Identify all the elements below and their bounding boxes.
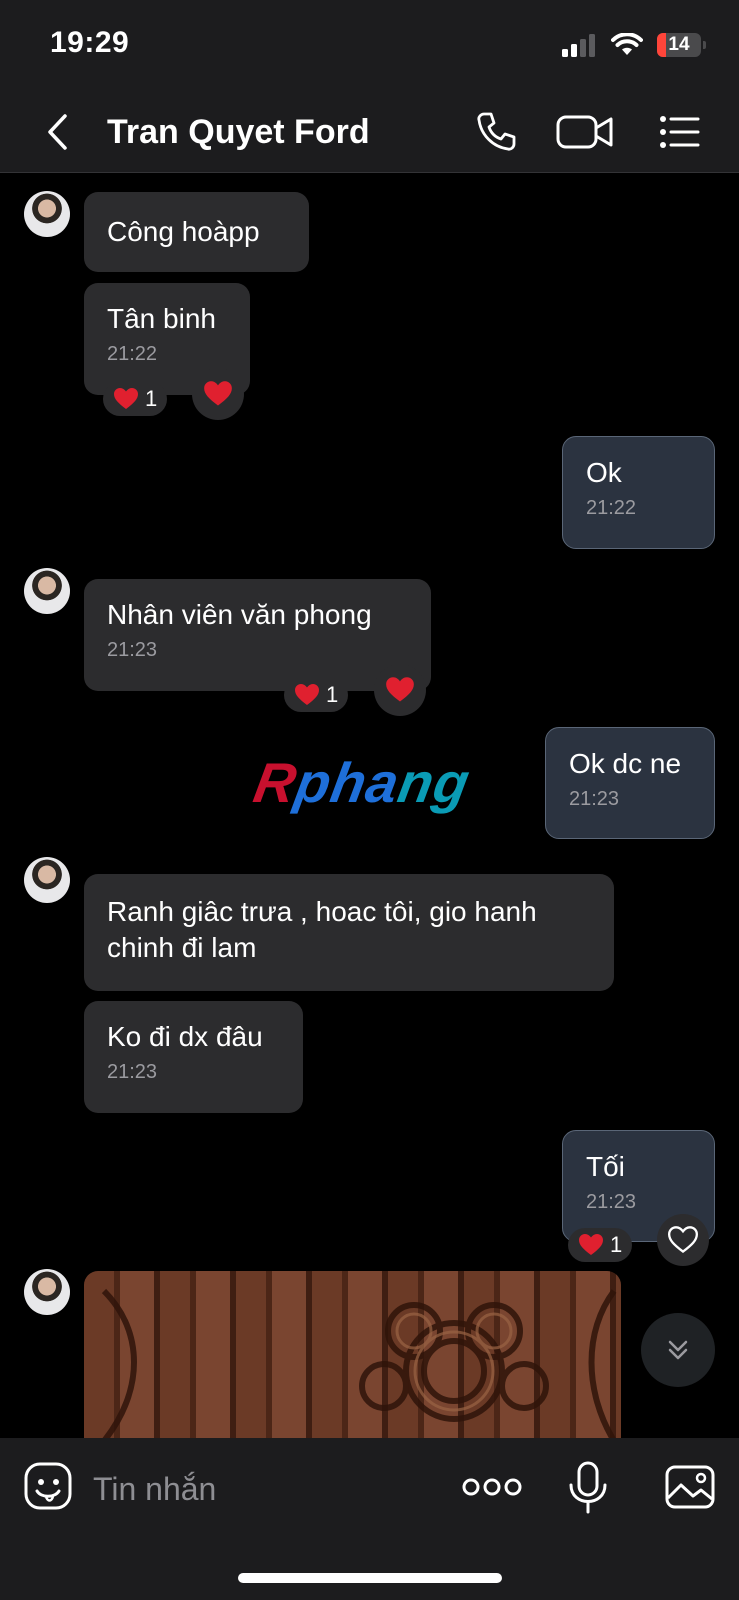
reaction-count: 1 [610, 1232, 623, 1257]
message-bubble[interactable]: Ok dc ne 21:23 [545, 727, 715, 839]
chat-header: Tran Quyet Ford [0, 92, 739, 173]
heart-outline-icon [668, 1226, 698, 1254]
carved-door-image [101, 1288, 617, 1438]
message-time: 21:23 [569, 788, 620, 810]
message-time: 21:23 [586, 1191, 637, 1213]
heart-emoji-icon [113, 387, 139, 411]
scroll-to-bottom-button[interactable] [641, 1313, 715, 1387]
image-picker-button[interactable] [663, 1460, 717, 1514]
heart-icon [385, 676, 415, 704]
avatar[interactable] [24, 857, 70, 903]
react-button[interactable] [374, 664, 426, 716]
watermark-logo: Rphang [249, 751, 475, 814]
menu-list-icon [656, 108, 704, 156]
back-button[interactable] [38, 110, 78, 154]
voice-message-button[interactable] [561, 1460, 615, 1514]
message-text: Tân binh [107, 303, 216, 334]
message-text: Nhân viên văn phong [107, 599, 372, 630]
double-chevron-down-icon [664, 1336, 692, 1364]
microphone-icon [561, 1460, 615, 1514]
video-camera-icon [555, 108, 617, 156]
message-time: 21:23 [107, 639, 158, 661]
message-bubble[interactable]: Ranh giâc trưa , hoac tôi, gio hanh chin… [84, 874, 614, 991]
battery-nub [703, 41, 706, 49]
heart-emoji-icon [294, 683, 320, 707]
avatar[interactable] [24, 568, 70, 614]
status-time: 19:29 [50, 26, 130, 59]
more-options-button[interactable] [462, 1460, 522, 1514]
message-text: Ok [586, 457, 622, 488]
heart-icon [203, 380, 233, 408]
avatar[interactable] [24, 1269, 70, 1315]
message-text: Ranh giâc trưa , hoac tôi, gio hanh chin… [107, 896, 537, 963]
message-time: 21:22 [107, 343, 158, 365]
reaction-count-badge[interactable]: 1 [568, 1228, 633, 1262]
call-button[interactable] [472, 108, 520, 156]
message-text: Ko đi dx đâu [107, 1021, 263, 1052]
reaction-count-badge[interactable]: 1 [284, 678, 349, 712]
battery-icon: 14 [657, 33, 706, 57]
wifi-icon [611, 33, 643, 57]
message-list[interactable]: Công hoàpp Tân binh 21:22 1 Ok 21:22 Nhâ… [0, 173, 739, 1438]
sticker-button[interactable] [22, 1460, 76, 1514]
phone-icon [472, 108, 520, 156]
sticker-icon [22, 1460, 76, 1514]
react-button[interactable] [657, 1214, 709, 1266]
contact-name[interactable]: Tran Quyet Ford [107, 110, 370, 154]
avatar[interactable] [24, 191, 70, 237]
back-chevron-icon [38, 110, 78, 154]
reaction-count-badge[interactable]: 1 [103, 382, 168, 416]
image-message[interactable] [84, 1271, 621, 1438]
home-indicator[interactable] [238, 1573, 502, 1583]
message-time: 21:23 [107, 1061, 158, 1083]
image-icon [663, 1460, 717, 1514]
signal-icon [561, 33, 597, 57]
message-bubble[interactable]: Ok 21:22 [562, 436, 715, 549]
heart-emoji-icon [578, 1233, 604, 1257]
message-input[interactable]: Tin nhắn [93, 1464, 433, 1514]
video-call-button[interactable] [555, 108, 617, 156]
message-time: 21:22 [586, 497, 637, 519]
status-icons: 14 [561, 30, 706, 60]
message-bubble[interactable]: Ko đi dx đâu 21:23 [84, 1001, 303, 1113]
message-text: Ok dc ne [569, 748, 682, 779]
message-bubble[interactable]: Công hoàpp [84, 192, 309, 272]
chat-options-button[interactable] [656, 108, 704, 156]
message-text: Tối [586, 1151, 625, 1182]
battery-level: 14 [668, 34, 690, 55]
status-bar: 19:29 14 [0, 0, 739, 92]
reaction-count: 1 [326, 682, 339, 707]
message-text: Công hoàpp [107, 216, 260, 247]
reaction-count: 1 [145, 386, 158, 411]
react-button[interactable] [192, 368, 244, 420]
more-dots-icon [462, 1460, 522, 1514]
